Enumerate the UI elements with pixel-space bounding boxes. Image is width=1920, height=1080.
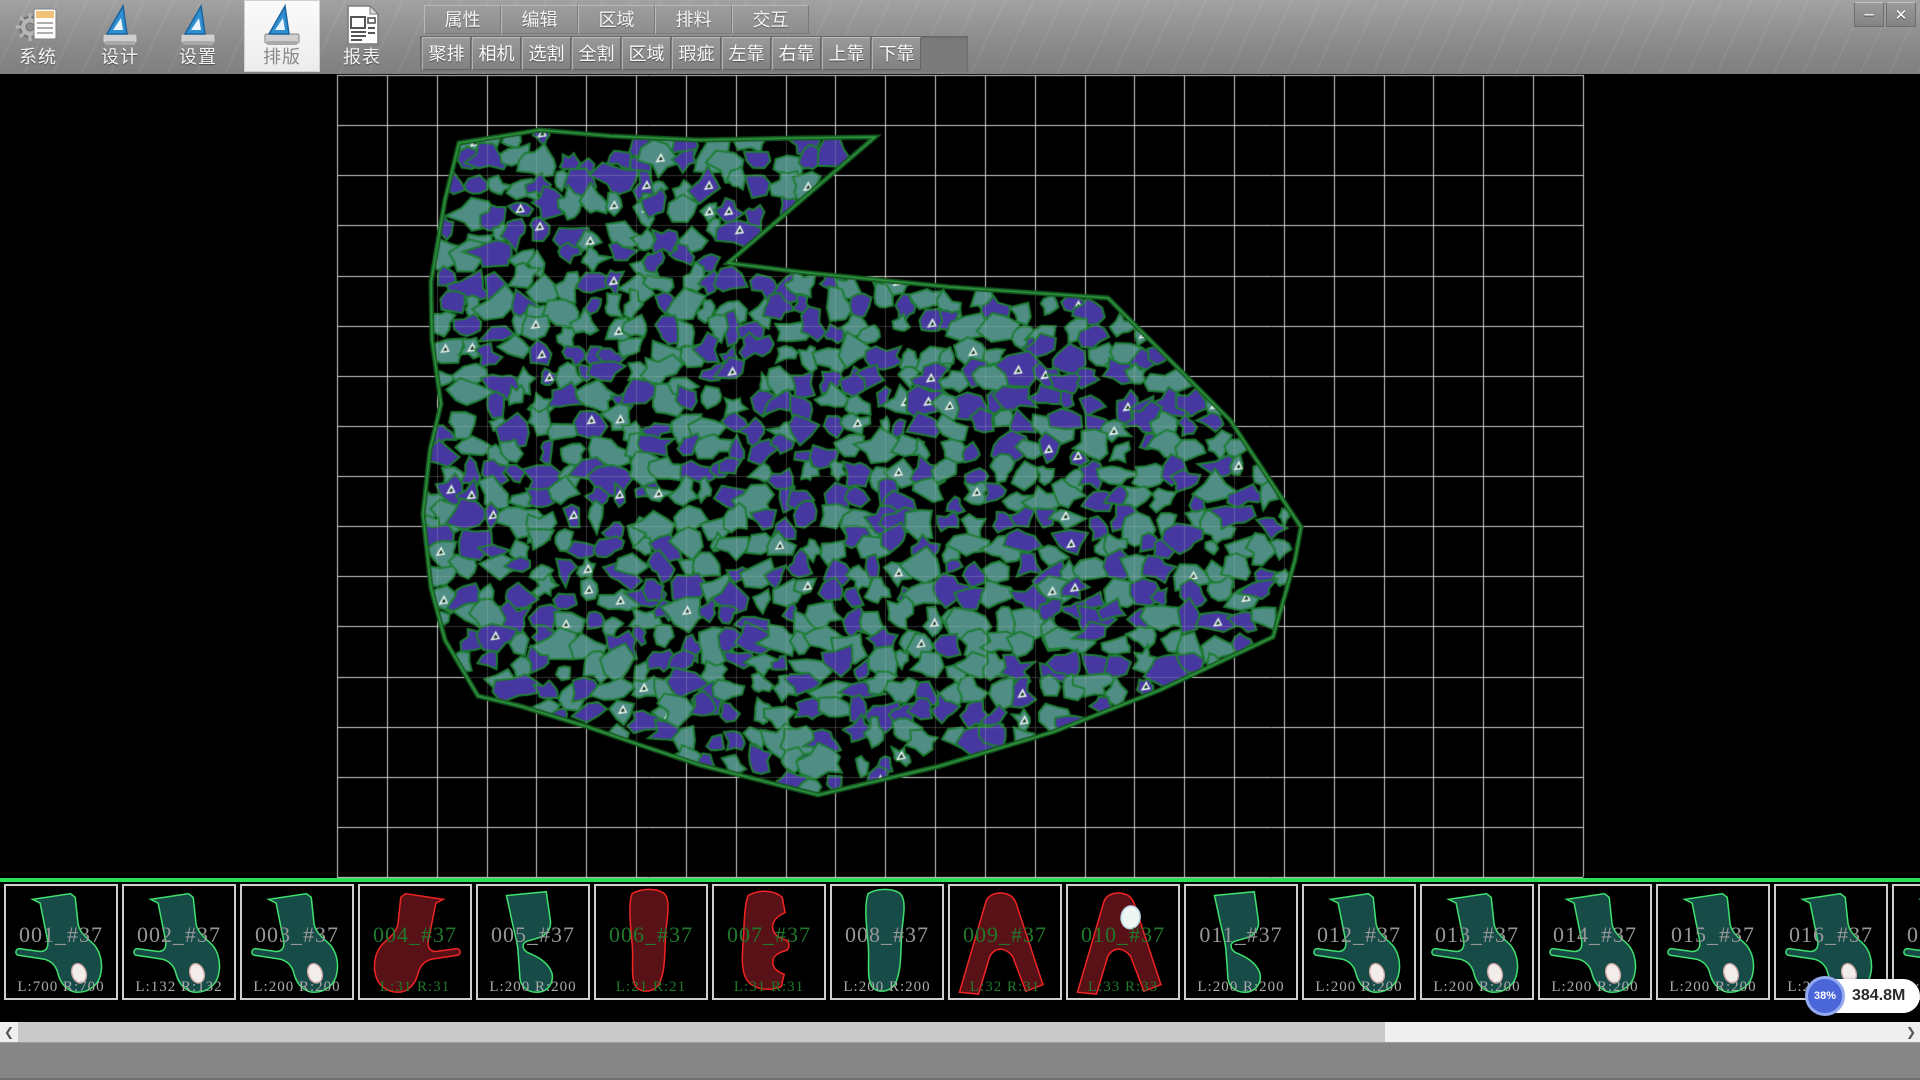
app-tab-icon bbox=[16, 3, 60, 47]
part-lr-label: L:200 R:200 bbox=[1186, 979, 1296, 996]
thumbnail-strip: 001_#37 L:700 R:700 002_#37 L:132 R:132 … bbox=[0, 878, 1920, 1022]
app-tab[interactable]: 设计 bbox=[88, 0, 152, 72]
tool-button[interactable]: 相机 bbox=[472, 37, 521, 70]
menu-item[interactable]: 交互 bbox=[732, 5, 809, 34]
part-thumbnail[interactable]: 011_#37 L:200 R:200 bbox=[1184, 884, 1298, 1000]
part-thumbnail[interactable]: 015_#37 L:200 R:200 bbox=[1656, 884, 1770, 1000]
part-id-label: 009_#37 bbox=[950, 922, 1060, 948]
part-id-label: 001_#37 bbox=[6, 922, 116, 948]
part-id-label: 004_#37 bbox=[360, 922, 470, 948]
part-id-label: 016_#37 bbox=[1776, 922, 1886, 948]
progress-circle: 38% bbox=[1805, 976, 1845, 1016]
app-tab-icon bbox=[340, 3, 384, 47]
part-lr-label: L:31 R:31 bbox=[714, 979, 824, 996]
tool-button[interactable]: 右靠 bbox=[772, 37, 821, 70]
part-lr-label: L:31 R:31 bbox=[360, 979, 470, 996]
part-thumbnail[interactable]: 014_#37 L:200 R:200 bbox=[1538, 884, 1652, 1000]
part-thumbnail[interactable]: 002_#37 L:132 R:132 bbox=[122, 884, 236, 1000]
scroll-right-arrow-icon[interactable]: ❯ bbox=[1902, 1022, 1920, 1042]
part-lr-label: L:200 R:200 bbox=[478, 979, 588, 996]
part-id-label: 003_#37 bbox=[242, 922, 352, 948]
nesting-canvas[interactable] bbox=[0, 74, 1920, 878]
tool-button[interactable]: 聚排 bbox=[422, 37, 471, 70]
tool-band: 聚排相机选割全割区域瑕疵左靠右靠上靠下靠 bbox=[420, 36, 968, 72]
part-thumbnail[interactable]: 004_#37 L:31 R:31 bbox=[358, 884, 472, 1000]
part-thumbnail[interactable]: 010_#37 L:33 R:33 bbox=[1066, 884, 1180, 1000]
app-tab[interactable]: 报表 bbox=[330, 0, 394, 72]
part-id-label: 014_#37 bbox=[1540, 922, 1650, 948]
part-lr-label: L:200 R:200 bbox=[1422, 979, 1532, 996]
part-lr-label: L:21 R:21 bbox=[596, 979, 706, 996]
part-lr-label: L:200 R:200 bbox=[1304, 979, 1414, 996]
app-tab-icon bbox=[260, 3, 304, 47]
horizontal-scrollbar[interactable]: ❮ ❯ bbox=[0, 1022, 1920, 1042]
app-tab-label: 系统 bbox=[6, 43, 70, 69]
part-id-label: 015_#37 bbox=[1658, 922, 1768, 948]
tool-button[interactable]: 选割 bbox=[522, 37, 571, 70]
part-lr-label: L:132 R:132 bbox=[124, 979, 234, 996]
part-id-label: 010_#37 bbox=[1068, 922, 1178, 948]
part-thumbnail[interactable]: 006_#37 L:21 R:21 bbox=[594, 884, 708, 1000]
part-lr-label: L:200 R:200 bbox=[832, 979, 942, 996]
part-id-label: 017_#37 bbox=[1894, 922, 1920, 948]
scrollbar-thumb[interactable] bbox=[18, 1022, 1385, 1042]
part-thumbnail[interactable]: 005_#37 L:200 R:200 bbox=[476, 884, 590, 1000]
close-button[interactable]: ✕ bbox=[1886, 2, 1916, 27]
part-lr-label: L:200 R:200 bbox=[1540, 979, 1650, 996]
part-id-label: 002_#37 bbox=[124, 922, 234, 948]
part-id-label: 006_#37 bbox=[596, 922, 706, 948]
menu-item[interactable]: 排料 bbox=[655, 5, 732, 34]
app-tab-icon bbox=[98, 3, 142, 47]
part-thumbnail[interactable]: 003_#37 L:200 R:200 bbox=[240, 884, 354, 1000]
part-id-label: 008_#37 bbox=[832, 922, 942, 948]
tool-button[interactable]: 区域 bbox=[622, 37, 671, 70]
menu-item[interactable]: 编辑 bbox=[501, 5, 578, 34]
menu-bar: 属性编辑区域排料交互 bbox=[424, 5, 809, 34]
tool-button[interactable]: 左靠 bbox=[722, 37, 771, 70]
part-thumbnail[interactable]: 013_#37 L:200 R:200 bbox=[1420, 884, 1534, 1000]
app-window: 系统 设计 设置 排版 报表 属性编辑区域排料交互 聚排相机选割全割区域瑕疵左靠… bbox=[0, 0, 1920, 1080]
part-id-label: 012_#37 bbox=[1304, 922, 1414, 948]
part-lr-label: L:200 R:200 bbox=[1658, 979, 1768, 996]
part-lr-label: L:32 R:31 bbox=[950, 979, 1060, 996]
menu-item[interactable]: 区域 bbox=[578, 5, 655, 34]
app-tab-label: 设计 bbox=[88, 43, 152, 69]
toolbar: 系统 设计 设置 排版 报表 属性编辑区域排料交互 聚排相机选割全割区域瑕疵左靠… bbox=[0, 0, 1920, 74]
app-tab-icon bbox=[176, 3, 220, 47]
menu-item[interactable]: 属性 bbox=[424, 5, 501, 34]
part-id-label: 005_#37 bbox=[478, 922, 588, 948]
part-id-label: 013_#37 bbox=[1422, 922, 1532, 948]
part-thumbnail[interactable]: 012_#37 L:200 R:200 bbox=[1302, 884, 1416, 1000]
part-id-label: 007_#37 bbox=[714, 922, 824, 948]
app-tab-label: 设置 bbox=[166, 43, 230, 69]
memory-badge: 38% 384.8M bbox=[1808, 979, 1920, 1013]
tool-button[interactable]: 下靠 bbox=[872, 37, 921, 70]
status-bar bbox=[0, 1042, 1920, 1080]
part-thumbnail[interactable]: 001_#37 L:700 R:700 bbox=[4, 884, 118, 1000]
part-lr-label: L:700 R:700 bbox=[6, 979, 116, 996]
part-lr-label: L:33 R:33 bbox=[1068, 979, 1178, 996]
part-thumbnail[interactable]: 007_#37 L:31 R:31 bbox=[712, 884, 826, 1000]
part-lr-label: L:200 R:200 bbox=[242, 979, 352, 996]
scroll-left-arrow-icon[interactable]: ❮ bbox=[0, 1022, 18, 1042]
app-tab-label: 排版 bbox=[244, 43, 320, 69]
memory-label: 384.8M bbox=[1852, 979, 1905, 1013]
app-tab[interactable]: 排版 bbox=[244, 0, 320, 72]
tool-button[interactable]: 瑕疵 bbox=[672, 37, 721, 70]
window-controls: ─ ✕ bbox=[1854, 2, 1916, 27]
app-tab[interactable]: 系统 bbox=[6, 0, 70, 72]
part-thumbnail[interactable]: 008_#37 L:200 R:200 bbox=[830, 884, 944, 1000]
part-id-label: 011_#37 bbox=[1186, 922, 1296, 948]
minimize-button[interactable]: ─ bbox=[1854, 2, 1884, 27]
app-tab[interactable]: 设置 bbox=[166, 0, 230, 72]
part-thumbnail[interactable]: 009_#37 L:32 R:31 bbox=[948, 884, 1062, 1000]
tool-button[interactable]: 上靠 bbox=[822, 37, 871, 70]
tool-button[interactable]: 全割 bbox=[572, 37, 621, 70]
tool-bar: 聚排相机选割全割区域瑕疵左靠右靠上靠下靠 bbox=[422, 37, 922, 70]
app-tab-label: 报表 bbox=[330, 43, 394, 69]
